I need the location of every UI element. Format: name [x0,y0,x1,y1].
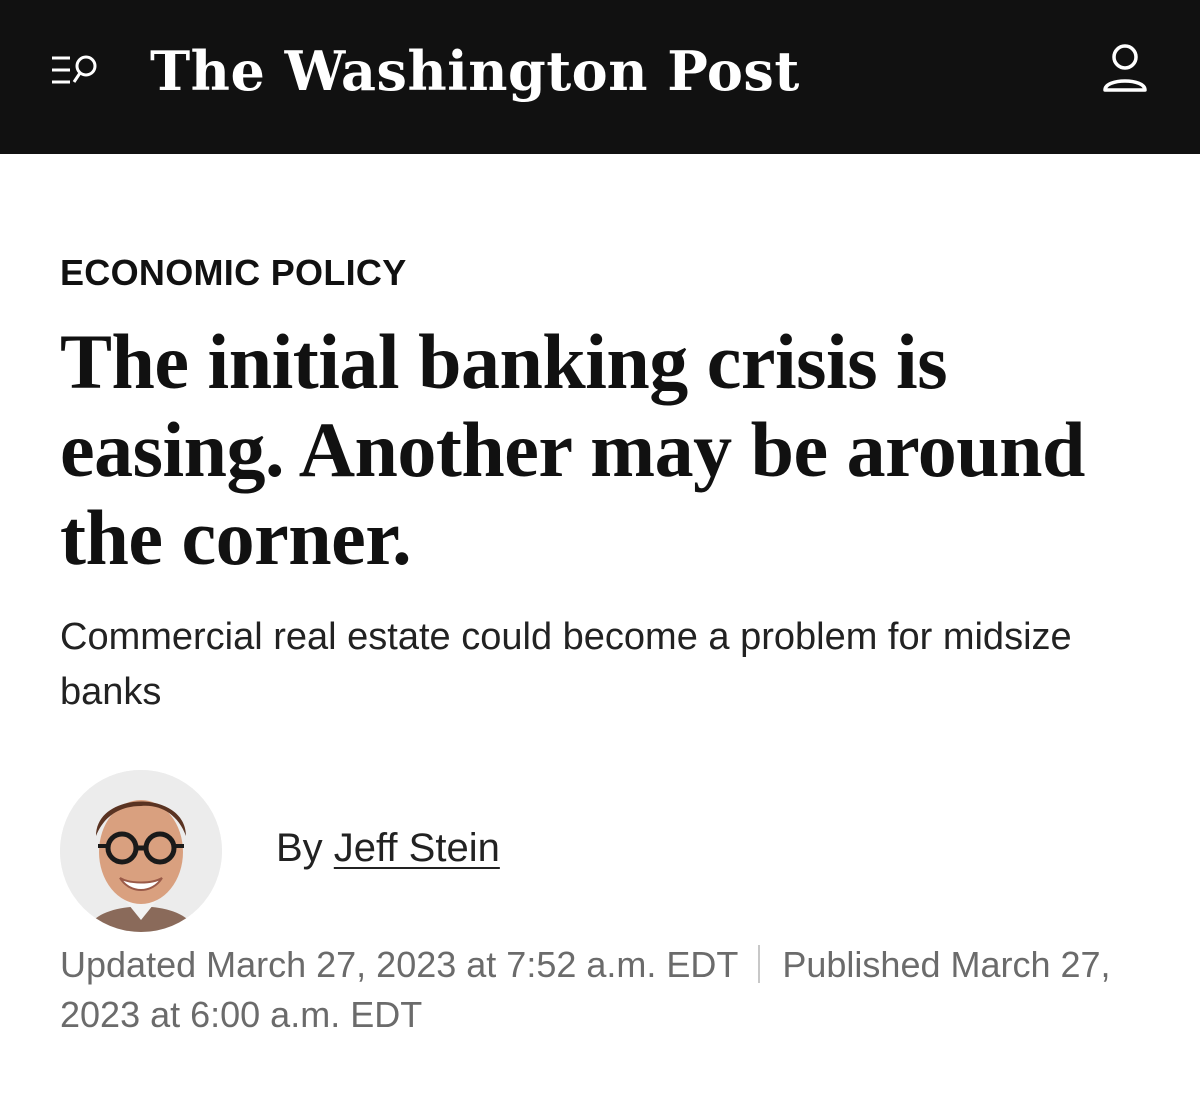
byline-prefix: By [276,826,334,870]
article-subheadline: Commercial real estate could become a pr… [60,616,1072,713]
byline: By Jeff Stein [276,826,500,871]
timestamp-divider [758,945,761,983]
section-label[interactable]: ECONOMIC POLICY [60,252,407,294]
author-avatar[interactable] [60,770,222,932]
menu-search-icon[interactable] [50,50,102,90]
washington-post-logo[interactable]: The Washington Post [150,36,800,106]
article-headline: The initial banking crisis is easing. An… [60,318,1085,581]
author-link[interactable]: Jeff Stein [334,826,500,870]
article-timestamps: Updated March 27, 2023 at 7:52 a.m. EDT P… [60,940,1160,1040]
author-photo [60,770,222,932]
updated-timestamp: Updated March 27, 2023 at 7:52 a.m. EDT [60,944,739,985]
top-navigation-bar: The Washington Post [0,0,1200,154]
user-account-icon[interactable] [1097,40,1153,96]
